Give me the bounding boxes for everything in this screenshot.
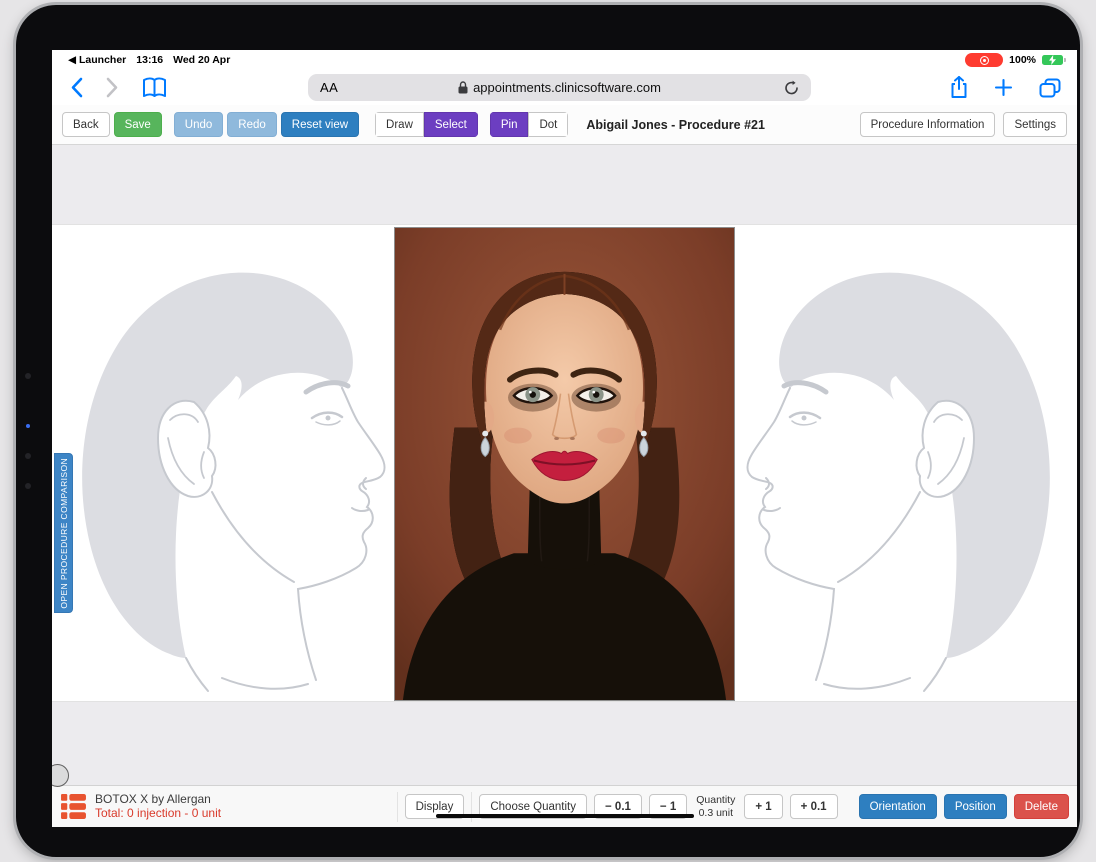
charging-bolt-icon xyxy=(1048,55,1057,65)
bezel-camera-dot xyxy=(25,453,31,459)
share-icon[interactable] xyxy=(950,76,968,99)
address-bar[interactable]: AA appointments.clinicsoftware.com xyxy=(308,74,811,101)
undo-button[interactable]: Undo xyxy=(174,112,224,137)
url-text: appointments.clinicsoftware.com xyxy=(473,80,661,95)
comparison-tab-label: OPEN PROCEDURE COMPARISON xyxy=(59,458,69,609)
product-name: BOTOX X by Allergan xyxy=(95,793,221,807)
recording-icon xyxy=(980,56,989,65)
product-bottom-bar: BOTOX X by Allergan Total: 0 injection -… xyxy=(52,785,1077,827)
selected-product-item[interactable]: BOTOX X by Allergan Total: 0 injection -… xyxy=(60,793,221,821)
save-button[interactable]: Save xyxy=(114,112,162,137)
quantity-value: 0.3 unit xyxy=(699,807,733,820)
draw-button[interactable]: Draw xyxy=(375,112,424,137)
delete-button[interactable]: Delete xyxy=(1014,794,1069,819)
screenshot-stage: ◀ Launcher 13:16 Wed 20 Apr 100% xyxy=(0,0,1096,862)
browser-forward-icon[interactable] xyxy=(106,77,119,98)
bezel-camera-dot xyxy=(25,373,31,379)
select-button[interactable]: Select xyxy=(424,112,478,137)
procedure-toolbar: Back Save Undo Redo Reset view Draw Sele… xyxy=(52,105,1077,145)
horizontal-scrollbar[interactable] xyxy=(436,814,694,818)
tabs-overview-icon[interactable] xyxy=(1039,78,1061,98)
lock-icon xyxy=(458,81,468,94)
annotation-canvas[interactable] xyxy=(52,224,1077,702)
profile-diagram-right[interactable] xyxy=(736,233,1066,695)
pin-button[interactable]: Pin xyxy=(490,112,529,137)
back-to-launcher-link[interactable]: ◀ Launcher xyxy=(68,54,126,66)
reset-view-button[interactable]: Reset view xyxy=(281,112,359,137)
tablet-frame: ◀ Launcher 13:16 Wed 20 Apr 100% xyxy=(16,5,1080,857)
draw-select-toggle: Draw Select xyxy=(375,112,478,137)
dot-button[interactable]: Dot xyxy=(528,112,568,137)
reload-icon[interactable] xyxy=(784,80,799,96)
quantity-readout: Quantity 0.3 unit xyxy=(694,794,737,819)
status-date: Wed 20 Apr xyxy=(173,54,230,66)
quantity-label: Quantity xyxy=(696,794,735,807)
battery-icon xyxy=(1042,55,1063,65)
orientation-button[interactable]: Orientation xyxy=(859,794,937,819)
ios-status-bar: ◀ Launcher 13:16 Wed 20 Apr 100% xyxy=(52,50,1077,70)
battery-percent: 100% xyxy=(1009,54,1036,66)
bezel-indicator-dot xyxy=(26,424,30,428)
tablet-screen: ◀ Launcher 13:16 Wed 20 Apr 100% xyxy=(52,50,1077,827)
position-button[interactable]: Position xyxy=(944,794,1007,819)
bezel-camera-dot xyxy=(25,483,31,489)
product-total: Total: 0 injection - 0 unit xyxy=(95,807,221,821)
back-button[interactable]: Back xyxy=(62,112,110,137)
browser-back-icon[interactable] xyxy=(70,77,83,98)
page-title: Abigail Jones - Procedure #21 xyxy=(586,118,765,132)
status-time: 13:16 xyxy=(136,54,163,66)
pin-dot-toggle: Pin Dot xyxy=(490,112,569,137)
patient-photo[interactable] xyxy=(394,227,735,701)
patient-photo-image xyxy=(395,228,734,700)
settings-button[interactable]: Settings xyxy=(1003,112,1067,137)
bookmarks-icon[interactable] xyxy=(142,77,167,98)
product-bricks-icon xyxy=(60,793,87,820)
profile-diagram-left[interactable] xyxy=(66,233,396,695)
redo-button[interactable]: Redo xyxy=(227,112,277,137)
screen-recording-indicator[interactable] xyxy=(965,53,1003,67)
procedure-information-button[interactable]: Procedure Information xyxy=(860,112,996,137)
increase-1-button[interactable]: + 1 xyxy=(744,794,782,819)
new-tab-icon[interactable] xyxy=(994,78,1013,97)
open-procedure-comparison-tab[interactable]: OPEN PROCEDURE COMPARISON xyxy=(54,453,73,613)
text-size-button[interactable]: AA xyxy=(320,80,338,95)
divider xyxy=(397,792,398,822)
increase-0-1-button[interactable]: + 0.1 xyxy=(790,794,838,819)
safari-toolbar: AA appointments.clinicsoftware.com xyxy=(52,70,1077,105)
procedure-workspace: OPEN PROCEDURE COMPARISON xyxy=(52,145,1077,785)
